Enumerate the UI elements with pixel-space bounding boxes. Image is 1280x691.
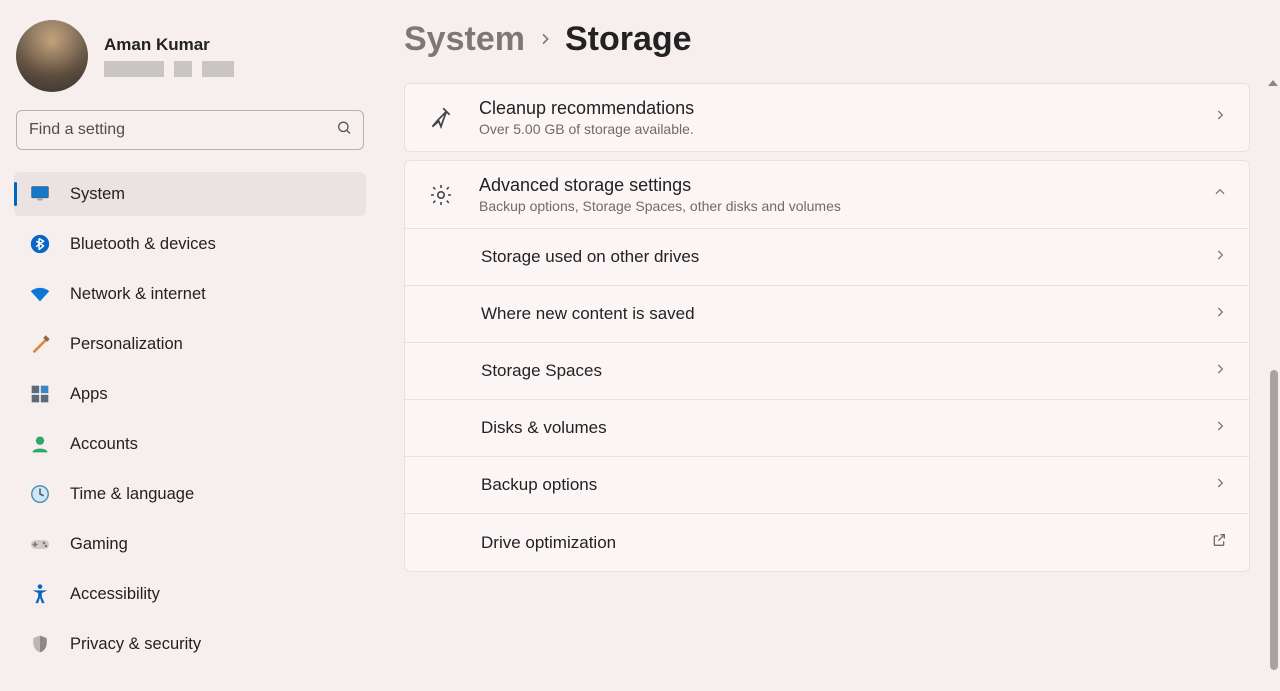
sidebar: Aman Kumar System Bluetooth & devices (0, 0, 380, 691)
sub-storage-other-drives[interactable]: Storage used on other drives (405, 228, 1249, 285)
nav-label: Privacy & security (70, 635, 201, 654)
cleanup-sub: Over 5.00 GB of storage available. (479, 121, 1189, 137)
nav-gaming[interactable]: Gaming (14, 522, 366, 566)
chevron-right-icon (1213, 418, 1227, 438)
nav-list: System Bluetooth & devices Network & int… (14, 172, 366, 672)
chevron-right-icon (537, 27, 553, 53)
nav-network[interactable]: Network & internet (14, 272, 366, 316)
chevron-right-icon (1213, 247, 1227, 267)
apps-icon (28, 382, 52, 406)
nav-label: Time & language (70, 485, 194, 504)
search-wrap (16, 110, 364, 150)
profile-name: Aman Kumar (104, 35, 234, 55)
shield-icon (28, 632, 52, 656)
profile-block[interactable]: Aman Kumar (14, 18, 366, 110)
gamepad-icon (28, 532, 52, 556)
nav-time[interactable]: Time & language (14, 472, 366, 516)
nav-accounts[interactable]: Accounts (14, 422, 366, 466)
avatar (16, 20, 88, 92)
breadcrumb-parent[interactable]: System (404, 20, 525, 59)
advanced-sublist: Storage used on other drives Where new c… (405, 228, 1249, 571)
chevron-up-icon (1213, 185, 1227, 204)
clock-globe-icon (28, 482, 52, 506)
nav-label: System (70, 185, 125, 204)
paintbrush-icon (28, 332, 52, 356)
accessibility-icon (28, 582, 52, 606)
sub-label: Disks & volumes (481, 418, 1197, 438)
nav-personalization[interactable]: Personalization (14, 322, 366, 366)
profile-email-redacted (104, 61, 234, 77)
advanced-sub: Backup options, Storage Spaces, other di… (479, 198, 1189, 214)
wifi-icon (28, 282, 52, 306)
scroll-up-icon[interactable] (1268, 80, 1278, 86)
nav-label: Gaming (70, 535, 128, 554)
gear-icon (427, 181, 455, 209)
breadcrumb: System Storage (404, 20, 1250, 59)
breadcrumb-current: Storage (565, 20, 692, 59)
sub-label: Storage used on other drives (481, 247, 1197, 267)
search-icon (336, 120, 352, 141)
cleanup-title: Cleanup recommendations (479, 98, 1189, 119)
chevron-right-icon (1213, 475, 1227, 495)
nav-label: Accounts (70, 435, 138, 454)
sub-backup-options[interactable]: Backup options (405, 456, 1249, 513)
main-content: System Storage Cleanup recommendations O… (380, 0, 1280, 691)
advanced-card: Advanced storage settings Backup options… (404, 160, 1250, 572)
broom-icon (427, 104, 455, 132)
nav-label: Network & internet (70, 285, 206, 304)
nav-accessibility[interactable]: Accessibility (14, 572, 366, 616)
person-icon (28, 432, 52, 456)
sub-label: Where new content is saved (481, 304, 1197, 324)
bluetooth-icon (28, 232, 52, 256)
nav-system[interactable]: System (14, 172, 366, 216)
nav-label: Apps (70, 385, 108, 404)
sub-where-saved[interactable]: Where new content is saved (405, 285, 1249, 342)
scrollbar[interactable] (1268, 80, 1278, 691)
monitor-icon (28, 182, 52, 206)
nav-privacy[interactable]: Privacy & security (14, 622, 366, 666)
sub-label: Storage Spaces (481, 361, 1197, 381)
profile-text: Aman Kumar (104, 35, 234, 77)
chevron-right-icon (1213, 304, 1227, 324)
nav-label: Personalization (70, 335, 183, 354)
cleanup-card[interactable]: Cleanup recommendations Over 5.00 GB of … (404, 83, 1250, 152)
nav-label: Bluetooth & devices (70, 235, 216, 254)
sub-storage-spaces[interactable]: Storage Spaces (405, 342, 1249, 399)
chevron-right-icon (1213, 361, 1227, 381)
scroll-thumb[interactable] (1270, 370, 1278, 670)
external-link-icon (1211, 532, 1227, 553)
chevron-right-icon (1213, 108, 1227, 127)
sub-disks-volumes[interactable]: Disks & volumes (405, 399, 1249, 456)
sub-label: Backup options (481, 475, 1197, 495)
nav-apps[interactable]: Apps (14, 372, 366, 416)
sub-drive-optimization[interactable]: Drive optimization (405, 513, 1249, 571)
nav-bluetooth[interactable]: Bluetooth & devices (14, 222, 366, 266)
advanced-header[interactable]: Advanced storage settings Backup options… (405, 161, 1249, 228)
search-input[interactable] (16, 110, 364, 150)
nav-label: Accessibility (70, 585, 160, 604)
sub-label: Drive optimization (481, 533, 1195, 553)
advanced-title: Advanced storage settings (479, 175, 1189, 196)
